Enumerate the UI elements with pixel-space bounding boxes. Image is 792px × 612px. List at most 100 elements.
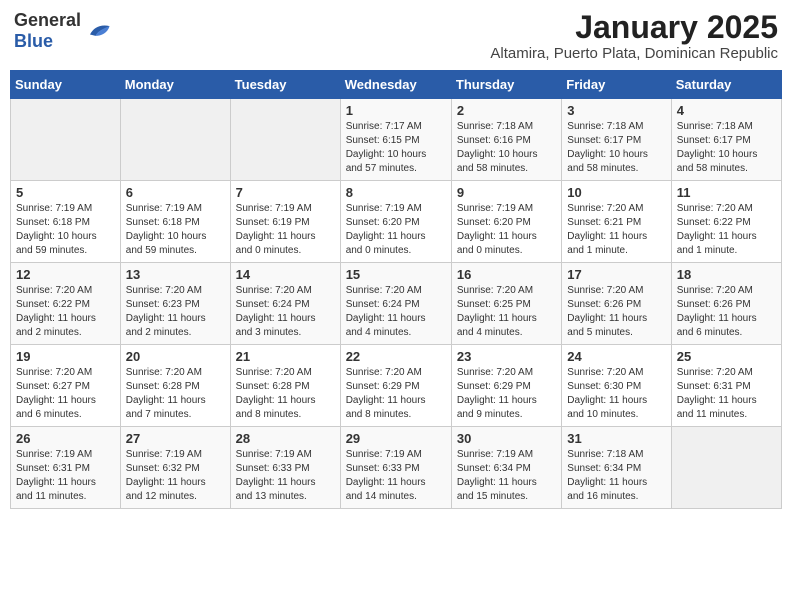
day-info: Sunrise: 7:20 AM Sunset: 6:28 PM Dayligh… (126, 366, 225, 422)
calendar-day-9: 9 Sunrise: 7:19 AM Sunset: 6:20 PM Daylig… (451, 181, 561, 263)
calendar-day-3: 3 Sunrise: 7:18 AM Sunset: 6:17 PM Daylig… (562, 99, 671, 181)
day-number: 8 (346, 185, 446, 200)
calendar-day-21: 21Sunrise: 7:20 AM Sunset: 6:28 PM Dayli… (230, 345, 340, 427)
day-number: 12 (16, 267, 115, 282)
calendar-day-13: 13 Sunrise: 7:20 AM Sunset: 6:23 PM Dayli… (120, 263, 230, 345)
calendar-empty-cell (11, 99, 121, 181)
day-number: 14 (236, 267, 335, 282)
day-number: 18 (677, 267, 776, 282)
logo-blue: Blue (14, 31, 53, 51)
day-info: Sunrise: 7:20 AM Sunset: 6:21 PM Dayligh… (567, 202, 665, 258)
day-info: Sunrise: 7:20 AM Sunset: 6:29 PM Dayligh… (346, 366, 446, 422)
calendar-day-25: 25Sunrise: 7:20 AM Sunset: 6:31 PM Dayli… (671, 345, 781, 427)
calendar-week-row: 26 Sunrise: 7:19 AM Sunset: 6:31 PM Dayli… (11, 427, 782, 509)
calendar-day-12: 12 Sunrise: 7:20 AM Sunset: 6:22 PM Dayli… (11, 263, 121, 345)
calendar-day-29: 29 Sunrise: 7:19 AM Sunset: 6:33 PM Dayli… (340, 427, 451, 509)
weekday-header-sunday: Sunday (11, 71, 121, 99)
day-number: 6 (126, 185, 225, 200)
day-info: Sunrise: 7:20 AM Sunset: 6:22 PM Dayligh… (677, 202, 776, 258)
day-info: Sunrise: 7:18 AM Sunset: 6:16 PM Dayligh… (457, 120, 556, 176)
logo-general: General (14, 10, 81, 30)
calendar-week-row: 19 Sunrise: 7:20 AM Sunset: 6:27 PM Dayli… (11, 345, 782, 427)
day-number: 31 (567, 431, 665, 446)
weekday-header-friday: Friday (562, 71, 671, 99)
page-header: General Blue January 2025 Altamira, Puer… (10, 10, 782, 62)
day-info: Sunrise: 7:20 AM Sunset: 6:30 PM Dayligh… (567, 366, 665, 422)
day-info: Sunrise: 7:19 AM Sunset: 6:19 PM Dayligh… (236, 202, 335, 258)
calendar-day-28: 28Sunrise: 7:19 AM Sunset: 6:33 PM Dayli… (230, 427, 340, 509)
day-number: 17 (567, 267, 665, 282)
calendar-day-14: 14 Sunrise: 7:20 AM Sunset: 6:24 PM Dayli… (230, 263, 340, 345)
day-info: Sunrise: 7:20 AM Sunset: 6:27 PM Dayligh… (16, 366, 115, 422)
calendar-day-8: 8Sunrise: 7:19 AM Sunset: 6:20 PM Daylig… (340, 181, 451, 263)
calendar-day-5: 5Sunrise: 7:19 AM Sunset: 6:18 PM Daylig… (11, 181, 121, 263)
day-info: Sunrise: 7:19 AM Sunset: 6:31 PM Dayligh… (16, 448, 115, 504)
calendar-day-6: 6 Sunrise: 7:19 AM Sunset: 6:18 PM Daylig… (120, 181, 230, 263)
day-info: Sunrise: 7:19 AM Sunset: 6:20 PM Dayligh… (457, 202, 556, 258)
day-number: 20 (126, 349, 225, 364)
day-info: Sunrise: 7:18 AM Sunset: 6:17 PM Dayligh… (567, 120, 665, 176)
day-info: Sunrise: 7:19 AM Sunset: 6:18 PM Dayligh… (126, 202, 225, 258)
day-info: Sunrise: 7:20 AM Sunset: 6:29 PM Dayligh… (457, 366, 556, 422)
day-number: 3 (567, 103, 665, 118)
calendar-day-27: 27Sunrise: 7:19 AM Sunset: 6:32 PM Dayli… (120, 427, 230, 509)
calendar-empty-cell (120, 99, 230, 181)
day-number: 19 (16, 349, 115, 364)
day-number: 1 (346, 103, 446, 118)
weekday-header-row: SundayMondayTuesdayWednesdayThursdayFrid… (11, 71, 782, 99)
calendar-week-row: 1 Sunrise: 7:17 AM Sunset: 6:15 PM Daylig… (11, 99, 782, 181)
day-info: Sunrise: 7:20 AM Sunset: 6:22 PM Dayligh… (16, 284, 115, 340)
day-info: Sunrise: 7:20 AM Sunset: 6:26 PM Dayligh… (677, 284, 776, 340)
day-info: Sunrise: 7:20 AM Sunset: 6:24 PM Dayligh… (236, 284, 335, 340)
day-info: Sunrise: 7:19 AM Sunset: 6:34 PM Dayligh… (457, 448, 556, 504)
calendar-day-7: 7 Sunrise: 7:19 AM Sunset: 6:19 PM Daylig… (230, 181, 340, 263)
calendar-week-row: 5Sunrise: 7:19 AM Sunset: 6:18 PM Daylig… (11, 181, 782, 263)
calendar-table: SundayMondayTuesdayWednesdayThursdayFrid… (10, 70, 782, 509)
calendar-day-30: 30 Sunrise: 7:19 AM Sunset: 6:34 PM Dayli… (451, 427, 561, 509)
day-info: Sunrise: 7:20 AM Sunset: 6:23 PM Dayligh… (126, 284, 225, 340)
day-number: 24 (567, 349, 665, 364)
weekday-header-monday: Monday (120, 71, 230, 99)
title-block: January 2025 Altamira, Puerto Plata, Dom… (490, 10, 778, 62)
weekday-header-thursday: Thursday (451, 71, 561, 99)
logo: General Blue (14, 10, 111, 52)
day-number: 2 (457, 103, 556, 118)
day-info: Sunrise: 7:19 AM Sunset: 6:33 PM Dayligh… (346, 448, 446, 504)
day-number: 26 (16, 431, 115, 446)
location-title: Altamira, Puerto Plata, Dominican Republ… (490, 45, 778, 62)
calendar-day-11: 11Sunrise: 7:20 AM Sunset: 6:22 PM Dayli… (671, 181, 781, 263)
day-number: 15 (346, 267, 446, 282)
day-info: Sunrise: 7:20 AM Sunset: 6:25 PM Dayligh… (457, 284, 556, 340)
calendar-day-19: 19 Sunrise: 7:20 AM Sunset: 6:27 PM Dayli… (11, 345, 121, 427)
calendar-day-17: 17 Sunrise: 7:20 AM Sunset: 6:26 PM Dayli… (562, 263, 671, 345)
calendar-day-31: 31 Sunrise: 7:18 AM Sunset: 6:34 PM Dayli… (562, 427, 671, 509)
calendar-day-22: 22 Sunrise: 7:20 AM Sunset: 6:29 PM Dayli… (340, 345, 451, 427)
day-number: 9 (457, 185, 556, 200)
day-info: Sunrise: 7:20 AM Sunset: 6:26 PM Dayligh… (567, 284, 665, 340)
day-number: 13 (126, 267, 225, 282)
day-number: 16 (457, 267, 556, 282)
day-number: 25 (677, 349, 776, 364)
day-number: 23 (457, 349, 556, 364)
day-info: Sunrise: 7:19 AM Sunset: 6:18 PM Dayligh… (16, 202, 115, 258)
calendar-day-16: 16 Sunrise: 7:20 AM Sunset: 6:25 PM Dayli… (451, 263, 561, 345)
calendar-day-20: 20 Sunrise: 7:20 AM Sunset: 6:28 PM Dayli… (120, 345, 230, 427)
calendar-day-2: 2 Sunrise: 7:18 AM Sunset: 6:16 PM Daylig… (451, 99, 561, 181)
weekday-header-saturday: Saturday (671, 71, 781, 99)
day-number: 27 (126, 431, 225, 446)
day-number: 4 (677, 103, 776, 118)
weekday-header-tuesday: Tuesday (230, 71, 340, 99)
calendar-day-1: 1 Sunrise: 7:17 AM Sunset: 6:15 PM Daylig… (340, 99, 451, 181)
calendar-week-row: 12 Sunrise: 7:20 AM Sunset: 6:22 PM Dayli… (11, 263, 782, 345)
day-number: 10 (567, 185, 665, 200)
day-number: 28 (236, 431, 335, 446)
logo-bird-icon (83, 20, 111, 42)
day-number: 7 (236, 185, 335, 200)
day-number: 22 (346, 349, 446, 364)
day-number: 30 (457, 431, 556, 446)
day-number: 29 (346, 431, 446, 446)
calendar-empty-cell (671, 427, 781, 509)
day-info: Sunrise: 7:20 AM Sunset: 6:28 PM Dayligh… (236, 366, 335, 422)
day-info: Sunrise: 7:17 AM Sunset: 6:15 PM Dayligh… (346, 120, 446, 176)
day-info: Sunrise: 7:18 AM Sunset: 6:34 PM Dayligh… (567, 448, 665, 504)
